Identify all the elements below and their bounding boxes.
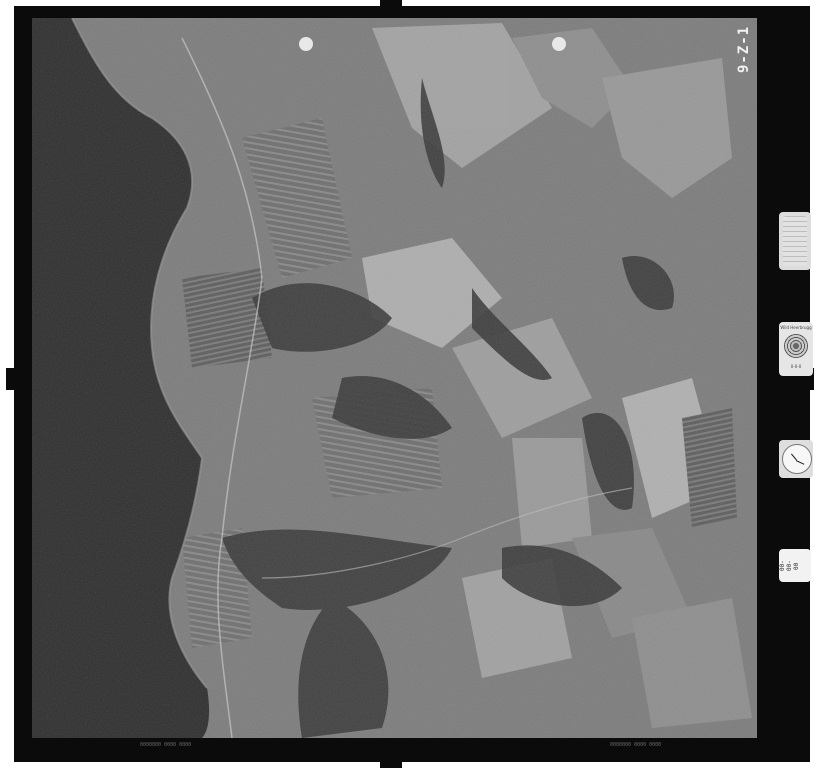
level-bubble-gauge: Wild Heerbrugg 0-0-0 <box>779 322 813 376</box>
fiducial-top <box>380 0 402 14</box>
frame-counter: 00-00-00 <box>779 549 811 582</box>
altimeter-scale <box>783 216 807 266</box>
fiducial-bottom <box>380 754 402 768</box>
level-bubble-icon <box>784 334 808 358</box>
level-label-top: Wild Heerbrugg <box>780 325 812 330</box>
clock-gauge <box>779 440 813 478</box>
strip-text-left: 0000000 0000 0000 <box>140 742 192 748</box>
fiducial-left <box>6 368 20 390</box>
counter-text: 00-00-00 <box>779 560 800 572</box>
aerial-photograph <box>32 18 757 738</box>
frame-number-label: 9-Z-1 <box>736 25 752 73</box>
level-label-bottom: 0-0-0 <box>790 364 802 369</box>
altimeter-gauge <box>779 212 811 270</box>
strip-text-right: 0000000 0000 0000 <box>610 742 662 748</box>
